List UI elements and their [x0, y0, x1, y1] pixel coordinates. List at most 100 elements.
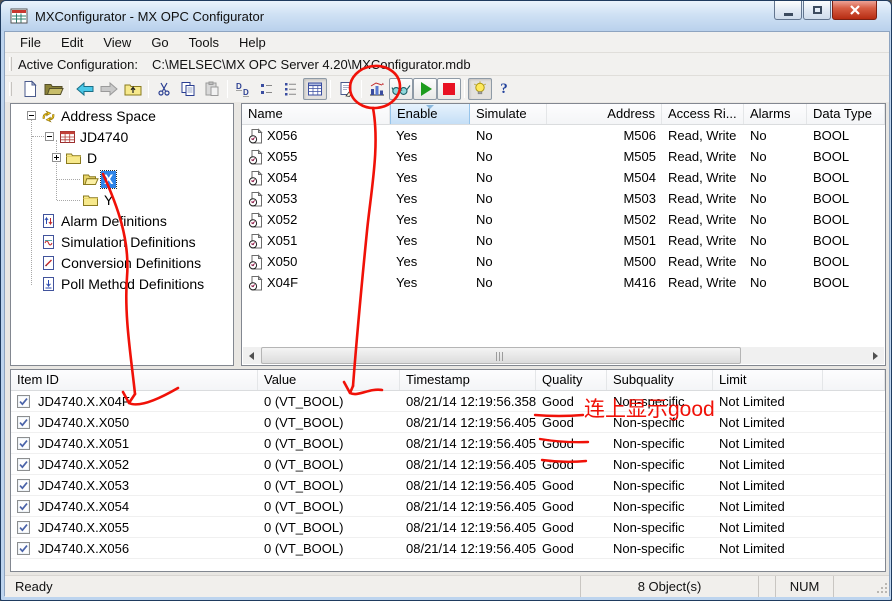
scrollbar-thumb[interactable]	[261, 347, 741, 364]
column-header-address[interactable]: Address	[547, 104, 662, 124]
tag-row[interactable]: X054 Yes No M504 Read, Write No BOOL	[242, 167, 885, 188]
start-runtime-button[interactable]	[413, 78, 437, 100]
close-button[interactable]	[832, 1, 877, 20]
minimize-button[interactable]	[774, 1, 802, 20]
column-header-data-type[interactable]: Data Type	[807, 104, 885, 124]
paste-button[interactable]	[200, 78, 224, 100]
collapse-expander-icon[interactable]	[45, 132, 54, 141]
tree-item-label[interactable]: Address Space	[61, 108, 156, 125]
tree-item-label[interactable]: Poll Method Definitions	[61, 276, 204, 293]
tree-item-simulation-definitions[interactable]: Simulation Definitions	[11, 232, 233, 253]
collapse-expander-icon[interactable]	[27, 111, 36, 120]
column-header-timestamp[interactable]: Timestamp	[400, 370, 536, 390]
checked-checkbox[interactable]	[17, 458, 30, 471]
column-header-alarms[interactable]: Alarms	[744, 104, 807, 124]
toolbar-gripper[interactable]	[9, 57, 12, 71]
tree-item-alarm-definitions[interactable]: Alarm Definitions	[11, 211, 233, 232]
checked-checkbox[interactable]	[17, 395, 30, 408]
tag-row[interactable]: X053 Yes No M503 Read, Write No BOOL	[242, 188, 885, 209]
tag-row[interactable]: X056 Yes No M506 Read, Write No BOOL	[242, 125, 885, 146]
maximize-button[interactable]	[803, 1, 831, 20]
toolbar-gripper-2[interactable]	[9, 82, 12, 96]
monitor-row[interactable]: JD4740.X.X052 0 (VT_BOOL) 08/21/14 12:19…	[11, 454, 885, 475]
tree-item-label[interactable]: Conversion Definitions	[61, 255, 201, 272]
monitor-row[interactable]: JD4740.X.X050 0 (VT_BOOL) 08/21/14 12:19…	[11, 412, 885, 433]
properties-button[interactable]	[334, 78, 358, 100]
monitor-row[interactable]: JD4740.X.X054 0 (VT_BOOL) 08/21/14 12:19…	[11, 496, 885, 517]
menu-help[interactable]: Help	[229, 33, 276, 52]
scroll-left-button[interactable]	[243, 347, 260, 364]
monitor-row[interactable]: JD4740.X.X051 0 (VT_BOOL) 08/21/14 12:19…	[11, 433, 885, 454]
checked-checkbox[interactable]	[17, 521, 30, 534]
tree-item-jd4740[interactable]: JD4740	[11, 127, 233, 148]
back-button[interactable]	[73, 78, 97, 100]
tag-datatype-cell: BOOL	[807, 146, 885, 167]
large-icons-button[interactable]	[231, 78, 255, 100]
column-header-name[interactable]: Name	[242, 104, 390, 124]
open-folder-button[interactable]	[42, 78, 66, 100]
menu-tools[interactable]: Tools	[179, 33, 229, 52]
up-level-button[interactable]	[121, 78, 145, 100]
menu-view[interactable]: View	[93, 33, 141, 52]
horizontal-scrollbar[interactable]	[243, 347, 884, 364]
new-document-button[interactable]	[18, 78, 42, 100]
tag-name-cell: X051	[242, 230, 390, 251]
tree-item-y[interactable]: Y	[11, 190, 233, 211]
monitor-view-button[interactable]	[389, 78, 413, 100]
tree-item-d[interactable]: D	[11, 148, 233, 169]
resize-grip[interactable]	[875, 576, 889, 597]
column-header-value[interactable]: Value	[258, 370, 400, 390]
checked-checkbox[interactable]	[17, 542, 30, 555]
forward-button[interactable]	[97, 78, 121, 100]
column-header-quality[interactable]: Quality	[536, 370, 607, 390]
statistics-button[interactable]	[365, 78, 389, 100]
copy-button[interactable]	[176, 78, 200, 100]
monitor-row[interactable]: JD4740.X.X053 0 (VT_BOOL) 08/21/14 12:19…	[11, 475, 885, 496]
column-header-access-rights[interactable]: Access Ri...	[662, 104, 744, 124]
tree-item-label[interactable]: Y	[104, 192, 113, 209]
column-header-simulate[interactable]: Simulate	[470, 104, 547, 124]
column-header-subquality[interactable]: Subquality	[607, 370, 713, 390]
stop-runtime-button[interactable]	[437, 78, 461, 100]
tag-alarms-cell: No	[744, 230, 807, 251]
menu-file[interactable]: File	[10, 33, 51, 52]
scroll-right-button[interactable]	[867, 347, 884, 364]
list-view-button[interactable]	[279, 78, 303, 100]
item-id: JD4740.X.X051	[38, 433, 129, 453]
checked-checkbox[interactable]	[17, 500, 30, 513]
monitor-row[interactable]: JD4740.X.X055 0 (VT_BOOL) 08/21/14 12:19…	[11, 517, 885, 538]
tips-button[interactable]	[468, 78, 492, 100]
help-button[interactable]	[492, 78, 516, 100]
tag-simulate-cell: No	[470, 125, 547, 146]
tree-item-label[interactable]: D	[87, 150, 97, 167]
tree-item-address-space[interactable]: Address Space	[11, 106, 233, 127]
tree-item-x[interactable]: X	[11, 169, 233, 190]
column-header-limit[interactable]: Limit	[713, 370, 823, 390]
tree-item-conversion-definitions[interactable]: Conversion Definitions	[11, 253, 233, 274]
tag-row[interactable]: X051 Yes No M501 Read, Write No BOOL	[242, 230, 885, 251]
tree-item-label-selected[interactable]: X	[101, 171, 116, 188]
tree-item-label[interactable]: Simulation Definitions	[61, 234, 196, 251]
small-icons-button[interactable]	[255, 78, 279, 100]
checked-checkbox[interactable]	[17, 416, 30, 429]
column-header-enable[interactable]: Enable	[390, 104, 470, 124]
checked-checkbox[interactable]	[17, 437, 30, 450]
panel-splitter[interactable]	[234, 103, 241, 366]
checked-checkbox[interactable]	[17, 479, 30, 492]
monitor-row[interactable]: JD4740.X.X056 0 (VT_BOOL) 08/21/14 12:19…	[11, 538, 885, 559]
menu-edit[interactable]: Edit	[51, 33, 93, 52]
menu-go[interactable]: Go	[141, 33, 178, 52]
tag-row[interactable]: X055 Yes No M505 Read, Write No BOOL	[242, 146, 885, 167]
expand-expander-icon[interactable]	[52, 153, 61, 162]
tree-item-poll-method-definitions[interactable]: Poll Method Definitions	[11, 274, 233, 295]
tree-item-label[interactable]: Alarm Definitions	[61, 213, 167, 230]
cut-button[interactable]	[152, 78, 176, 100]
monitor-row[interactable]: JD4740.X.X04F 0 (VT_BOOL) 08/21/14 12:19…	[11, 391, 885, 412]
details-view-button[interactable]	[303, 78, 327, 100]
tag-row[interactable]: X052 Yes No M502 Read, Write No BOOL	[242, 209, 885, 230]
timestamp-cell: 08/21/14 12:19:56.405	[400, 454, 536, 474]
tag-row[interactable]: X04F Yes No M416 Read, Write No BOOL	[242, 272, 885, 293]
tree-item-label[interactable]: JD4740	[80, 129, 128, 146]
tag-row[interactable]: X050 Yes No M500 Read, Write No BOOL	[242, 251, 885, 272]
column-header-item-id[interactable]: Item ID	[11, 370, 258, 390]
